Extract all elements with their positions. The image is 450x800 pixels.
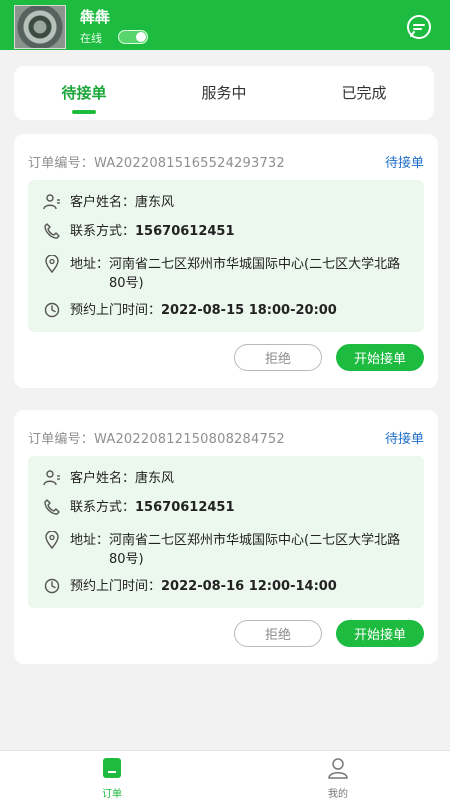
order-number: 订单编号：WA20220812150808284752 xyxy=(28,432,285,447)
top-header: 犇犇 在线 xyxy=(0,0,450,50)
contact-phone[interactable]: 15670612451 xyxy=(135,222,235,241)
user-icon xyxy=(328,758,348,779)
order-card: 订单编号：WA20220815165524293732 待接单 客户姓名： 唐东… xyxy=(14,134,438,388)
tab-completed[interactable]: 已完成 xyxy=(294,82,434,103)
address-text: 河南省二七区郑州市华城国际中心(二七区大学北路80号) xyxy=(109,533,401,567)
appointment-time: 2022-08-16 12:00-14:00 xyxy=(161,579,337,594)
appointment-row: 预约上门时间： 2022-08-15 18:00-20:00 xyxy=(42,301,414,320)
accept-order-button[interactable]: 开始接单 xyxy=(336,620,424,647)
reject-button[interactable]: 拒绝 xyxy=(234,344,322,371)
contact-phone[interactable]: 15670612451 xyxy=(135,498,235,517)
bottom-nav: 订单 我的 xyxy=(0,750,450,800)
tab-pending[interactable]: 待接单 xyxy=(14,82,154,103)
accept-order-button[interactable]: 开始接单 xyxy=(336,344,424,371)
nav-orders-label: 订单 xyxy=(102,789,122,800)
toggle-knob xyxy=(136,32,146,42)
appointment-label: 预约上门时间： xyxy=(70,303,162,318)
location-icon xyxy=(42,531,62,549)
address-row: 地址： 河南省二七区郑州市华城国际中心(二七区大学北路80号) xyxy=(42,255,414,293)
address-label: 地址： xyxy=(70,257,110,272)
order-icon xyxy=(103,758,121,778)
order-number: 订单编号：WA20220815165524293732 xyxy=(28,156,285,171)
order-status: 待接单 xyxy=(384,156,424,171)
contact-label: 联系方式： xyxy=(70,224,136,239)
order-card: 订单编号：WA20220812150808284752 待接单 客户姓名： 唐东… xyxy=(14,410,438,664)
contact-label: 联系方式： xyxy=(70,500,136,515)
username: 犇犇 xyxy=(80,8,111,26)
nav-me[interactable]: 我的 xyxy=(308,757,368,800)
online-status-label: 在线 xyxy=(80,32,102,45)
address-label: 地址： xyxy=(70,533,110,548)
customer-row: 客户姓名： 唐东风 xyxy=(42,193,414,212)
message-icon[interactable] xyxy=(406,14,432,40)
location-icon xyxy=(42,255,62,273)
avatar[interactable] xyxy=(14,5,66,49)
order-status: 待接单 xyxy=(384,432,424,447)
contact-row: 联系方式： 15670612451 xyxy=(42,498,414,517)
customer-icon xyxy=(42,193,62,211)
active-tab-indicator xyxy=(72,110,96,114)
order-info-box: 客户姓名： 唐东风 联系方式： 15670612451 地址： 河南省二七区郑州… xyxy=(28,180,424,332)
customer-row: 客户姓名： 唐东风 xyxy=(42,469,414,488)
online-toggle[interactable] xyxy=(118,30,148,44)
reject-button[interactable]: 拒绝 xyxy=(234,620,322,647)
appointment-label: 预约上门时间： xyxy=(70,579,162,594)
phone-icon xyxy=(42,498,62,516)
phone-icon xyxy=(42,222,62,240)
order-tabs: 待接单 服务中 已完成 xyxy=(14,66,434,120)
address-row: 地址： 河南省二七区郑州市华城国际中心(二七区大学北路80号) xyxy=(42,531,414,569)
clock-icon xyxy=(42,577,62,595)
nav-orders[interactable]: 订单 xyxy=(82,757,142,800)
appointment-row: 预约上门时间： 2022-08-16 12:00-14:00 xyxy=(42,577,414,596)
customer-name: 唐东风 xyxy=(135,471,175,486)
appointment-time: 2022-08-15 18:00-20:00 xyxy=(161,303,337,318)
clock-icon xyxy=(42,301,62,319)
contact-row: 联系方式： 15670612451 xyxy=(42,222,414,241)
customer-name: 唐东风 xyxy=(135,195,175,210)
order-info-box: 客户姓名： 唐东风 联系方式： 15670612451 地址： 河南省二七区郑州… xyxy=(28,456,424,608)
address-text: 河南省二七区郑州市华城国际中心(二七区大学北路80号) xyxy=(109,257,401,291)
customer-label: 客户姓名： xyxy=(70,195,136,210)
nav-me-label: 我的 xyxy=(328,789,348,800)
customer-icon xyxy=(42,469,62,487)
tab-in-service[interactable]: 服务中 xyxy=(154,82,294,103)
customer-label: 客户姓名： xyxy=(70,471,136,486)
